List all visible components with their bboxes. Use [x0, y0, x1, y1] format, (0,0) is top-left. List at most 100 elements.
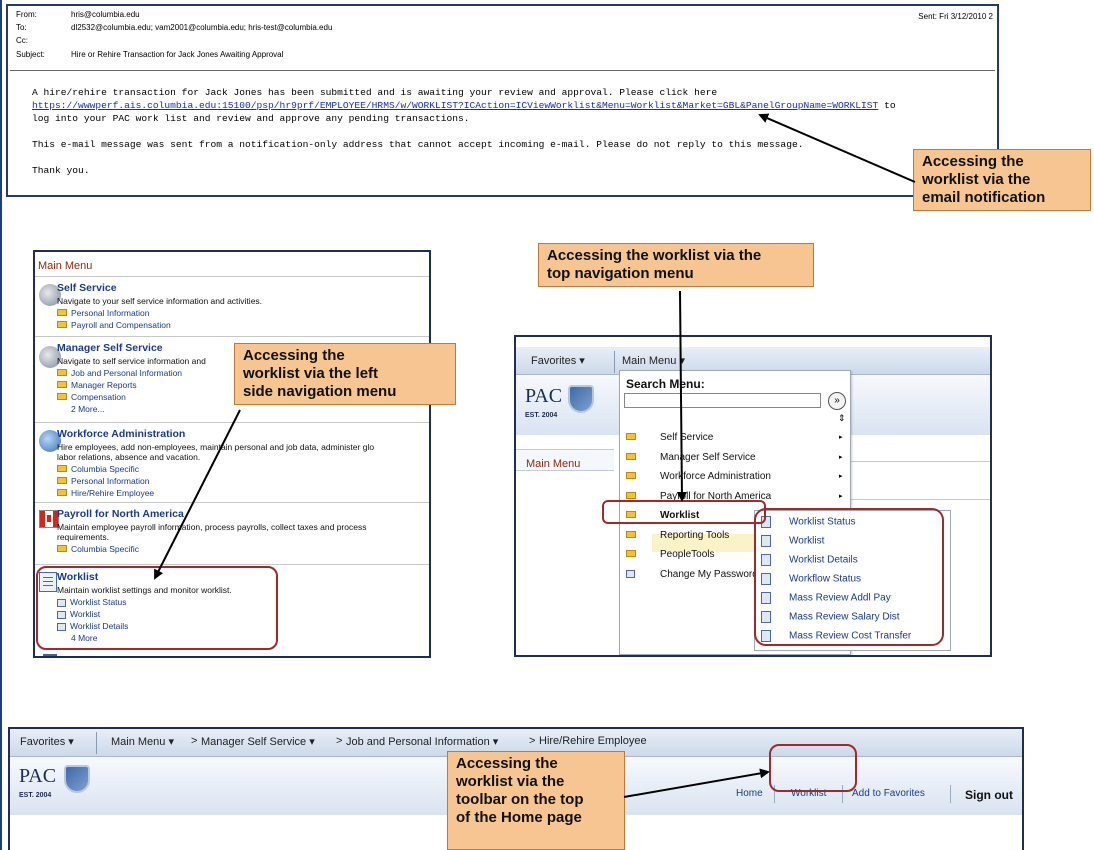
breadcrumb-hire-rehire[interactable]: Hire/Rehire Employee	[539, 735, 647, 747]
highlight-left-worklist	[36, 566, 278, 650]
callout-left-line3: side navigation menu	[243, 383, 397, 400]
main-menu-pagelet-title: Main Menu	[526, 458, 581, 470]
callout-toolbar-line2: worklist via the	[456, 773, 565, 790]
submenu-arrow-icon: ▸	[839, 454, 843, 461]
folder-icon	[57, 465, 67, 473]
folder-icon	[626, 452, 636, 460]
scroll-indicator	[43, 654, 57, 656]
callout-top-nav: Accessing the worklist via the top navig…	[538, 243, 814, 287]
callout-top-line2: top navigation menu	[547, 265, 694, 282]
left-payroll-desc2: requirements.	[57, 532, 109, 542]
left-self-service-item-2[interactable]: Payroll and Compensation	[57, 320, 171, 330]
folder-icon	[57, 321, 67, 329]
left-payroll-item-1[interactable]: Columbia Specific	[57, 544, 139, 554]
callout-email-line2: worklist via the	[922, 171, 1031, 188]
left-manager-link[interactable]: Manager Self Service	[57, 342, 163, 354]
email-to-value: dl2532@columbia.edu; vam2001@columbia.ed…	[71, 23, 333, 32]
email-body-link-line: https://wwwperf.ais.columbia.edu:15100/p…	[32, 99, 992, 112]
pac-est: EST. 2004	[19, 792, 52, 799]
callout-email: Accessing the worklist via the email not…	[913, 149, 1091, 211]
left-manager-item-2[interactable]: Manager Reports	[57, 380, 137, 390]
callout-toolbar-line3: toolbar on the top	[456, 791, 584, 808]
email-sent: Sent: Fri 3/12/2010 2	[918, 12, 993, 21]
highlight-top-worklist-item	[602, 500, 766, 524]
breadcrumb-job-personal-info[interactable]: Job and Personal Information ▾	[346, 735, 498, 748]
left-payroll-link[interactable]: Payroll for North America	[57, 508, 184, 520]
left-rule	[35, 422, 429, 423]
folder-icon	[57, 369, 67, 377]
email-from-value: hris@columbia.edu	[71, 10, 140, 19]
pac-est: EST. 2004	[525, 412, 558, 419]
left-manager-item-3[interactable]: Compensation	[57, 392, 126, 402]
folder-icon	[57, 477, 67, 485]
search-menu-input[interactable]	[624, 393, 821, 408]
email-link-suffix: to	[878, 100, 896, 111]
separator	[950, 785, 951, 803]
submenu-arrow-icon: ▸	[839, 473, 843, 480]
menu-item-manager-self-service[interactable]: Manager Self Service	[626, 452, 756, 463]
email-body: A hire/rehire transaction for Jack Jones…	[32, 86, 992, 177]
email-subject-value: Hire or Rehire Transaction for Jack Jone…	[71, 50, 284, 59]
email-from-label: From:	[16, 10, 37, 19]
email-body-line1: A hire/rehire transaction for Jack Jones…	[32, 87, 718, 98]
left-self-service-link[interactable]: Self Service	[57, 282, 117, 294]
left-workforce-desc1: Hire employees, add non-employees, maint…	[57, 442, 375, 452]
menu-item-change-password[interactable]: Change My Password	[626, 569, 758, 580]
callout-email-line1: Accessing the	[922, 153, 1024, 170]
left-menu-title-rule	[35, 276, 429, 277]
callout-left-nav: Accessing the worklist via the left side…	[234, 343, 456, 405]
email-subject-label: Subject:	[16, 50, 45, 59]
folder-icon	[626, 530, 636, 538]
document-icon	[626, 570, 635, 579]
page-left-border	[0, 0, 2, 850]
left-manager-desc: Navigate to self service information and	[57, 356, 206, 366]
callout-toolbar-line4: of the Home page	[456, 809, 582, 826]
left-workforce-item-2[interactable]: Personal Information	[57, 476, 149, 486]
separator	[96, 732, 97, 754]
callout-toolbar: Accessing the worklist via the toolbar o…	[447, 751, 625, 850]
breadcrumb-manager-self-service[interactable]: Manager Self Service ▾	[201, 735, 315, 748]
folder-icon	[626, 549, 636, 557]
left-rule	[35, 336, 429, 337]
breadcrumb-sep: >	[191, 735, 198, 747]
favorites-menu[interactable]: Favorites ▾	[531, 354, 585, 367]
callout-email-line3: email notification	[922, 189, 1046, 206]
sort-icon[interactable]: ⇕	[838, 413, 846, 424]
left-manager-item-1[interactable]: Job and Personal Information	[57, 368, 182, 378]
left-workforce-item-3[interactable]: Hire/Rehire Employee	[57, 488, 154, 498]
callout-left-line2: worklist via the left	[243, 365, 379, 382]
breadcrumb-main-menu[interactable]: Main Menu ▾	[111, 735, 174, 748]
worklist-email-link[interactable]: https://wwwperf.ais.columbia.edu:15100/p…	[32, 100, 878, 111]
left-workforce-item-1[interactable]: Columbia Specific	[57, 464, 139, 474]
menu-item-self-service[interactable]: Self Service	[626, 432, 713, 443]
left-manager-more[interactable]: 2 More...	[71, 404, 105, 414]
main-menu-dropdown[interactable]: Main Menu ▾	[622, 354, 685, 367]
breadcrumb-sep: >	[529, 735, 536, 747]
left-payroll-desc1: Maintain employee payroll information, p…	[57, 522, 367, 532]
toolbar-home-link[interactable]: Home	[736, 788, 763, 799]
email-body-line4: This e-mail message was sent from a noti…	[32, 139, 804, 150]
folder-icon	[57, 545, 67, 553]
folder-icon	[626, 432, 636, 440]
left-workforce-link[interactable]: Workforce Administration	[57, 428, 185, 440]
email-cc-label: Cc:	[16, 36, 28, 45]
email-to-label: To:	[16, 23, 27, 32]
menu-item-workforce-admin[interactable]: Workforce Administration	[626, 471, 771, 482]
folder-icon	[57, 393, 67, 401]
crest-icon	[568, 385, 594, 413]
email-body-line3: log into your PAC work list and review a…	[32, 113, 470, 124]
toolbar-sign-out-link[interactable]: Sign out	[965, 788, 1013, 802]
search-go-icon[interactable]: »	[828, 392, 846, 410]
menu-item-peopletools[interactable]: PeopleTools	[626, 549, 714, 560]
menu-item-reporting-tools[interactable]: Reporting Tools	[626, 530, 729, 541]
toolbar-favorites-menu[interactable]: Favorites ▾	[20, 735, 74, 748]
pac-logo: PAC	[19, 765, 57, 787]
folder-icon	[626, 471, 636, 479]
left-rule	[35, 564, 429, 565]
pac-logo: PAC	[525, 385, 563, 407]
callout-top-line1: Accessing the worklist via the	[547, 247, 762, 264]
toolbar-add-favorites-link[interactable]: Add to Favorites	[852, 788, 925, 799]
callout-left-line1: Accessing the	[243, 347, 345, 364]
payroll-flag-icon	[39, 510, 59, 528]
left-self-service-item-1[interactable]: Personal Information	[57, 308, 149, 318]
